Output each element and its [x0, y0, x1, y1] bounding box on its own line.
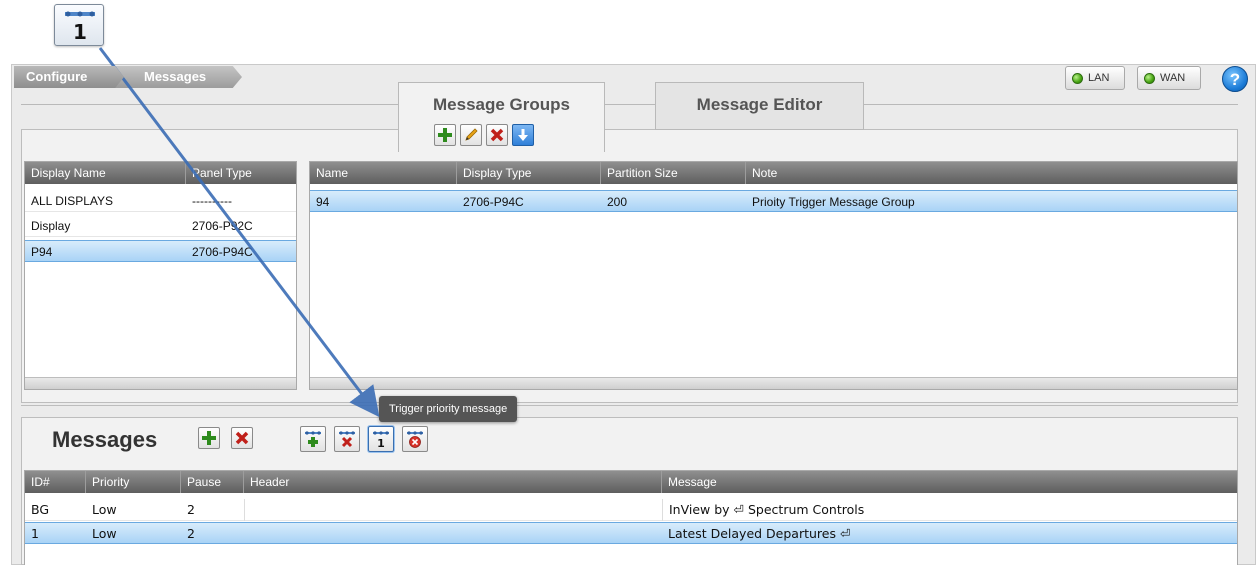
tab-strip-line-middle	[605, 104, 655, 105]
delete-icon	[490, 128, 504, 142]
col-header[interactable]: Header	[244, 471, 662, 493]
delete-message-button[interactable]	[231, 427, 253, 449]
message-id-cell: 1	[31, 526, 39, 541]
message-row-selected[interactable]: 1 Low 2 Latest Delayed Departures ⏎	[25, 522, 1237, 544]
group-name-cell: 94	[316, 195, 330, 209]
message-text-cell: InView by ⏎ Spectrum Controls	[662, 499, 1239, 521]
add-message-button[interactable]	[198, 427, 220, 449]
message-text-cell: Latest Delayed Departures ⏎	[668, 526, 851, 541]
trigger-priority-message-button[interactable]: 1	[368, 426, 394, 452]
messages-title: Messages	[52, 427, 158, 452]
svg-text:1: 1	[73, 20, 87, 44]
trigger-priority-icon: 1	[373, 431, 389, 449]
edit-icon	[465, 128, 478, 141]
lan-status-button[interactable]: LAN	[1065, 66, 1125, 90]
add-icon	[438, 128, 452, 142]
add-group-button[interactable]	[434, 124, 456, 146]
wan-status-led-icon	[1144, 72, 1155, 84]
add-icon	[202, 431, 216, 445]
remove-from-group-button[interactable]	[334, 426, 360, 452]
cancel-priority-icon	[407, 431, 423, 448]
tab-message-editor[interactable]: Message Editor	[655, 82, 864, 130]
delete-icon	[235, 431, 249, 445]
col-display-name[interactable]: Display Name	[25, 162, 186, 184]
message-id-cell: BG	[31, 502, 50, 517]
lan-label: LAN	[1088, 72, 1110, 84]
edit-group-button[interactable]	[460, 124, 482, 146]
col-pause[interactable]: Pause	[181, 471, 244, 493]
col-message[interactable]: Message	[662, 471, 1239, 493]
message-priority-cell: Low	[92, 502, 117, 517]
download-icon	[518, 129, 528, 141]
col-priority[interactable]: Priority	[86, 471, 181, 493]
displays-scrollbar[interactable]	[25, 377, 296, 389]
message-header-cell	[244, 499, 662, 521]
col-display-type[interactable]: Display Type	[457, 162, 601, 184]
display-name-cell: P94	[31, 245, 53, 259]
lan-status-led-icon	[1072, 72, 1083, 84]
displays-grid: Display Name Panel Type ALL DISPLAYS ---…	[24, 161, 297, 390]
breadcrumb-messages[interactable]: Messages	[110, 66, 242, 88]
display-row[interactable]: ALL DISPLAYS ----------	[25, 190, 296, 212]
remove-from-group-icon	[339, 431, 355, 448]
message-row[interactable]: BG Low 2 InView by ⏎ Spectrum Controls	[25, 499, 1237, 521]
col-name[interactable]: Name	[310, 162, 457, 184]
download-group-button[interactable]	[512, 124, 534, 146]
panel-type-cell: 2706-P94C	[192, 245, 253, 259]
message-pause-cell: 2	[187, 526, 195, 541]
groups-grid: Name Display Type Partition Size Note 94…	[309, 161, 1238, 390]
group-row-selected[interactable]: 94 2706-P94C 200 Prioity Trigger Message…	[310, 190, 1237, 212]
display-name-cell: ALL DISPLAYS	[31, 194, 114, 208]
group-partition-size-cell: 200	[607, 195, 628, 209]
messages-grid: ID# Priority Pause Header Message BG Low…	[24, 470, 1238, 565]
display-name-cell: Display	[31, 219, 71, 233]
wan-status-button[interactable]: WAN	[1137, 66, 1201, 90]
group-display-type-cell: 2706-P94C	[463, 195, 524, 209]
col-note[interactable]: Note	[746, 162, 1239, 184]
group-note-cell: Prioity Trigger Message Group	[752, 195, 915, 209]
add-to-group-icon	[305, 431, 321, 447]
panel-divider	[21, 405, 1238, 406]
delete-group-button[interactable]	[486, 124, 508, 146]
display-row[interactable]: Display 2706-P92C	[25, 215, 296, 237]
display-row-selected[interactable]: P94 2706-P94C	[25, 240, 296, 262]
tab-message-groups-label: Message Groups	[433, 95, 570, 114]
message-header-cell	[244, 523, 662, 545]
cancel-priority-message-button[interactable]	[402, 426, 428, 452]
message-pause-cell: 2	[187, 502, 195, 517]
breadcrumb-configure[interactable]: Configure	[14, 66, 124, 88]
tab-strip-line-right	[864, 104, 1238, 105]
tab-message-editor-label: Message Editor	[696, 95, 823, 114]
groups-grid-header: Name Display Type Partition Size Note	[310, 162, 1237, 184]
messages-grid-header: ID# Priority Pause Header Message	[25, 471, 1237, 493]
trigger-priority-callout-icon: 1	[54, 4, 104, 46]
col-id[interactable]: ID#	[25, 471, 86, 493]
col-partition-size[interactable]: Partition Size	[601, 162, 746, 184]
add-to-group-button[interactable]	[300, 426, 326, 452]
svg-text:1: 1	[377, 437, 385, 449]
tab-strip-line-left	[21, 104, 398, 105]
wan-label: WAN	[1160, 72, 1186, 84]
displays-grid-header: Display Name Panel Type	[25, 162, 296, 184]
message-priority-cell: Low	[92, 526, 117, 541]
trigger-priority-tooltip: Trigger priority message	[379, 396, 518, 422]
panel-type-cell: ----------	[192, 194, 232, 208]
col-panel-type[interactable]: Panel Type	[186, 162, 298, 184]
help-icon[interactable]: ?	[1222, 66, 1248, 92]
groups-scrollbar[interactable]	[310, 377, 1237, 389]
panel-type-cell: 2706-P92C	[192, 219, 253, 233]
